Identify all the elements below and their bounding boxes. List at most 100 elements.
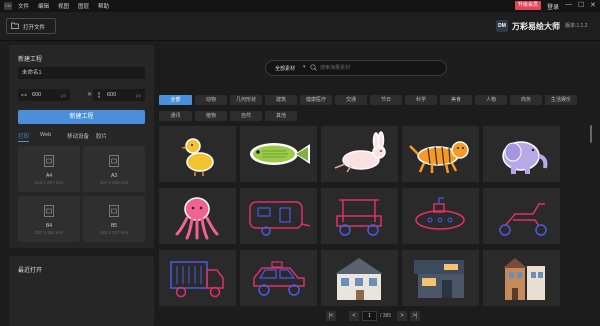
recent-panel: 最近打开 xyxy=(9,256,154,326)
preset-b5[interactable]: B5 182 x 257 mm xyxy=(83,196,145,242)
menu-file[interactable]: 文件 xyxy=(18,2,29,10)
asset-tile-scooter[interactable] xyxy=(483,188,560,244)
category-science[interactable]: 科学 xyxy=(405,95,437,105)
document-icon xyxy=(44,205,54,217)
scooter-icon xyxy=(499,203,547,236)
category-health[interactable]: 健康医疗 xyxy=(300,95,332,105)
first-page-button[interactable]: |< xyxy=(326,311,336,321)
next-page-button[interactable]: > xyxy=(397,311,407,321)
close-button[interactable]: ✕ xyxy=(590,1,596,9)
brand-name: 万彩易绘大师 xyxy=(512,21,560,31)
category-festival[interactable]: 节日 xyxy=(370,95,402,105)
taxi-icon xyxy=(253,261,305,296)
link-ratio-icon[interactable]: ✕ xyxy=(87,91,92,98)
golf-cart-icon xyxy=(336,199,382,236)
height-field[interactable]: 600 px xyxy=(93,89,145,101)
category-business[interactable]: 商务 xyxy=(510,95,542,105)
asset-tile-tiger[interactable] xyxy=(402,126,479,182)
asset-tile-duck[interactable] xyxy=(159,126,236,182)
preset-a4[interactable]: A4 210 x 297 mm xyxy=(18,146,80,192)
prev-page-button[interactable]: < xyxy=(349,311,359,321)
preset-a3[interactable]: A3 297 x 420 mm xyxy=(83,146,145,192)
upgrade-badge[interactable]: 升级会员 xyxy=(515,1,542,10)
preset-name: A3 xyxy=(110,173,118,179)
category-animals[interactable]: 动物 xyxy=(195,95,227,105)
height-value: 600 xyxy=(107,92,117,98)
page-total: / 385 xyxy=(380,313,392,319)
asset-tile-submarine[interactable] xyxy=(402,188,479,244)
modern-house-icon xyxy=(414,260,464,298)
category-shapes[interactable]: 几何形状 xyxy=(230,95,262,105)
preset-size: 182 x 257 mm xyxy=(99,230,129,235)
tab-mobile[interactable]: 移动设备 xyxy=(67,132,89,140)
asset-tile-elephant[interactable] xyxy=(483,126,560,182)
page-number-input[interactable]: 1 xyxy=(362,311,377,321)
search-type-dropdown[interactable]: 全部素材 xyxy=(275,65,295,72)
asset-tile-octopus[interactable] xyxy=(159,188,236,244)
width-field[interactable]: 600 px xyxy=(18,89,70,101)
minimize-button[interactable]: — xyxy=(565,1,572,8)
width-icon xyxy=(21,93,27,97)
asset-tile-garbage-truck[interactable] xyxy=(159,250,236,306)
recent-title: 最近打开 xyxy=(18,268,43,274)
search-input[interactable] xyxy=(320,62,440,74)
new-project-panel: 新建工程 未命名1 600 px ✕ 600 px 新建工程 打印 Web 移动… xyxy=(9,45,154,248)
category-other[interactable]: 其他 xyxy=(265,111,297,121)
preset-name: A4 xyxy=(45,173,53,179)
open-file-button[interactable]: 打开文件 xyxy=(6,18,56,34)
preset-name: B5 xyxy=(110,223,118,229)
asset-tile-taxi[interactable] xyxy=(240,250,317,306)
tab-web[interactable]: Web xyxy=(40,132,51,138)
garbage-truck-icon xyxy=(170,261,224,298)
asset-tile-fish[interactable] xyxy=(240,126,317,182)
preset-size: 297 x 420 mm xyxy=(99,180,129,185)
folder-icon xyxy=(11,22,19,29)
gallery-scrollbar[interactable] xyxy=(590,125,592,143)
menu-layer[interactable]: 图层 xyxy=(78,2,89,10)
preset-size: 257 x 364 mm xyxy=(34,230,64,235)
asset-tile-golf-cart[interactable] xyxy=(321,188,398,244)
login-link[interactable]: 登录 xyxy=(547,2,559,11)
menu-edit[interactable]: 编辑 xyxy=(38,2,49,10)
brand-logo: DM xyxy=(496,20,508,32)
create-project-button[interactable]: 新建工程 xyxy=(18,110,145,124)
tab-film[interactable]: 胶片 xyxy=(96,132,107,140)
tab-print[interactable]: 打印 xyxy=(18,132,30,142)
open-file-label: 打开文件 xyxy=(23,24,46,31)
asset-tile-modern-house[interactable] xyxy=(402,250,479,306)
height-unit: px xyxy=(136,92,141,98)
townhouse-icon xyxy=(503,258,545,300)
document-icon xyxy=(109,155,119,167)
project-name-input[interactable]: 未命名1 xyxy=(18,67,145,79)
document-icon xyxy=(109,205,119,217)
duck-icon xyxy=(181,138,214,176)
category-all[interactable]: 全部 xyxy=(159,95,192,105)
tiger-icon xyxy=(409,141,469,174)
asset-tile-house[interactable] xyxy=(321,250,398,306)
chevron-down-icon[interactable]: ▾ xyxy=(303,64,306,70)
preset-size: 210 x 297 mm xyxy=(34,180,64,185)
menu-help[interactable]: 帮助 xyxy=(98,2,109,10)
version-label: 版本:1.1.2 xyxy=(565,23,588,29)
preset-b4[interactable]: B4 257 x 364 mm xyxy=(18,196,80,242)
width-unit: px xyxy=(61,92,66,98)
category-transport[interactable]: 交通 xyxy=(335,95,367,105)
toolbar: 打开文件 DM 万彩易绘大师 版本:1.1.2 xyxy=(0,12,600,41)
category-food[interactable]: 美食 xyxy=(440,95,472,105)
app-logo: DM xyxy=(4,2,12,10)
document-icon xyxy=(44,155,54,167)
asset-tile-rabbit[interactable] xyxy=(321,126,398,182)
search-icon[interactable] xyxy=(310,64,317,71)
category-communication[interactable]: 通讯 xyxy=(159,111,192,121)
menu-view[interactable]: 视图 xyxy=(58,2,69,10)
asset-tile-caravan[interactable] xyxy=(240,188,317,244)
category-buildings[interactable]: 建筑 xyxy=(265,95,297,105)
category-nature[interactable]: 自然 xyxy=(230,111,262,121)
maximize-button[interactable]: ☐ xyxy=(578,1,584,9)
category-people[interactable]: 人物 xyxy=(475,95,507,105)
last-page-button[interactable]: >| xyxy=(410,311,420,321)
asset-tile-townhouse[interactable] xyxy=(483,250,560,306)
category-lifestyle[interactable]: 生活娱乐 xyxy=(545,95,577,105)
category-plants[interactable]: 植物 xyxy=(195,111,227,121)
elephant-icon xyxy=(502,141,548,174)
